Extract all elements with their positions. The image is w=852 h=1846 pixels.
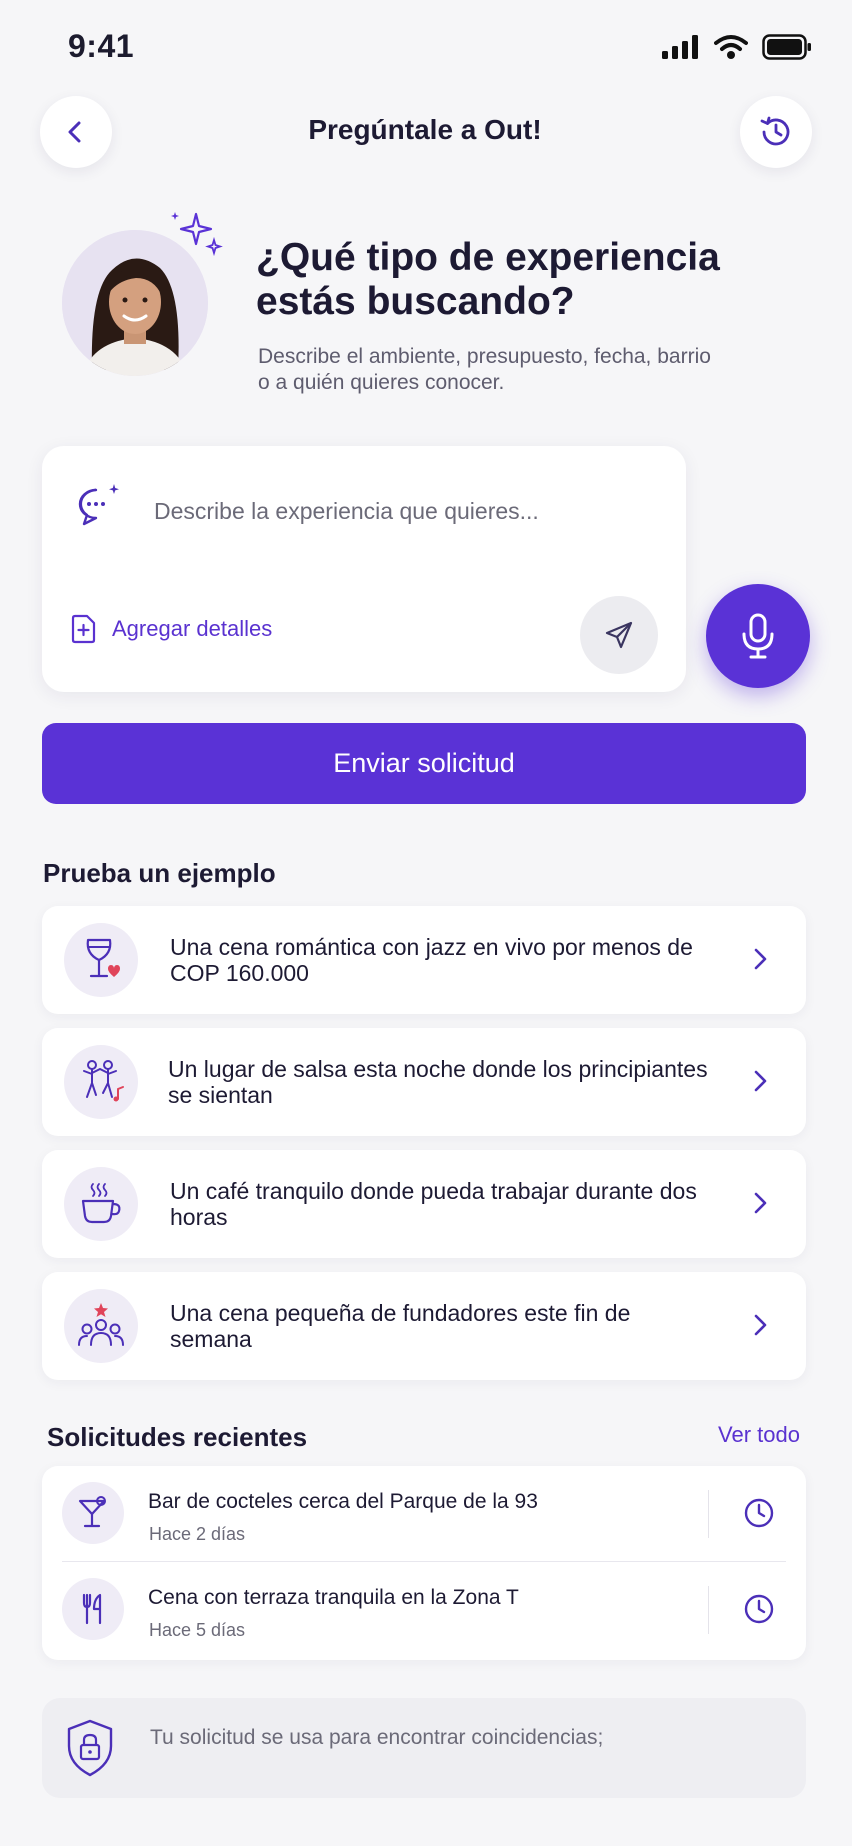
privacy-text: Tu solicitud se usa para encontrar coinc… — [150, 1726, 604, 1749]
cocktail-icon — [62, 1482, 124, 1544]
fork-knife-icon — [62, 1578, 124, 1640]
history-button[interactable] — [740, 96, 812, 168]
avatar-portrait-icon — [62, 230, 208, 376]
group-star-icon — [64, 1289, 138, 1363]
clock-icon[interactable] — [742, 1496, 776, 1530]
recents-list: Bar de cocteles cerca del Parque de la 9… — [42, 1466, 806, 1660]
page-title: Pregúntale a Out! — [308, 114, 542, 145]
wine-heart-icon — [64, 923, 138, 997]
recent-title: Bar de cocteles cerca del Parque de la 9… — [148, 1490, 538, 1513]
add-details-label: Agregar detalles — [112, 616, 273, 641]
status-icons — [662, 34, 812, 60]
chat-sparkle-icon — [78, 484, 119, 526]
chevron-left-icon — [68, 121, 81, 143]
microphone-button[interactable] — [706, 584, 810, 688]
hero-subtitle: Describe el ambiente, presupuesto, fecha… — [258, 345, 711, 394]
back-button[interactable] — [40, 96, 112, 168]
example-text: Una cena romántica con jazz en vivo por … — [170, 934, 693, 986]
clock-icon[interactable] — [742, 1592, 776, 1626]
recent-title: Cena con terraza tranquila en la Zona T — [148, 1586, 519, 1609]
example-text: Un café tranquilo donde pueda trabajar d… — [170, 1178, 697, 1230]
send-icon — [605, 621, 633, 649]
shield-lock-icon — [67, 1719, 113, 1777]
chevron-right-icon — [754, 1070, 767, 1092]
send-button[interactable] — [580, 596, 658, 674]
hero-title: ¿Qué tipo de experiencia estás buscando? — [256, 236, 720, 323]
privacy-note: Tu solicitud se usa para encontrar coinc… — [42, 1698, 806, 1798]
chevron-right-icon — [754, 1192, 767, 1214]
recent-time: Hace 5 días — [149, 1620, 246, 1640]
add-file-icon — [71, 614, 96, 644]
divider — [708, 1586, 709, 1634]
microphone-icon — [742, 613, 774, 659]
example-item[interactable]: Un lugar de salsa esta noche donde los p… — [42, 1028, 806, 1136]
example-item[interactable]: Un café tranquilo donde pueda trabajar d… — [42, 1150, 806, 1258]
signal-icon — [662, 35, 698, 59]
chevron-right-icon — [754, 948, 767, 970]
battery-icon — [762, 34, 811, 60]
history-icon — [760, 116, 790, 146]
add-details-button[interactable]: Agregar detalles — [70, 614, 272, 644]
status-time: 9:41 — [68, 28, 135, 64]
example-item[interactable]: Una cena romántica con jazz en vivo por … — [42, 906, 806, 1014]
recents-title: Solicitudes recientes — [47, 1422, 308, 1452]
coffee-icon — [64, 1167, 138, 1241]
see-all-link[interactable]: Ver todo — [718, 1422, 800, 1448]
dancers-icon — [64, 1045, 138, 1119]
examples-title: Prueba un ejemplo — [43, 858, 276, 888]
assistant-avatar — [62, 230, 208, 376]
recent-time: Hace 2 días — [149, 1524, 246, 1544]
recent-item[interactable]: Cena con terraza tranquila en la Zona T … — [42, 1562, 806, 1658]
divider — [708, 1490, 709, 1538]
experience-input[interactable]: Describe la experiencia que quieres... — [154, 498, 539, 525]
example-text: Una cena pequeña de fundadores este fin … — [170, 1300, 631, 1352]
wifi-icon — [714, 35, 748, 59]
example-text: Un lugar de salsa esta noche donde los p… — [168, 1056, 708, 1108]
submit-request-button[interactable]: Enviar solicitud — [42, 723, 806, 804]
example-item[interactable]: Una cena pequeña de fundadores este fin … — [42, 1272, 806, 1380]
recent-item[interactable]: Bar de cocteles cerca del Parque de la 9… — [42, 1466, 806, 1562]
chevron-right-icon — [754, 1314, 767, 1336]
